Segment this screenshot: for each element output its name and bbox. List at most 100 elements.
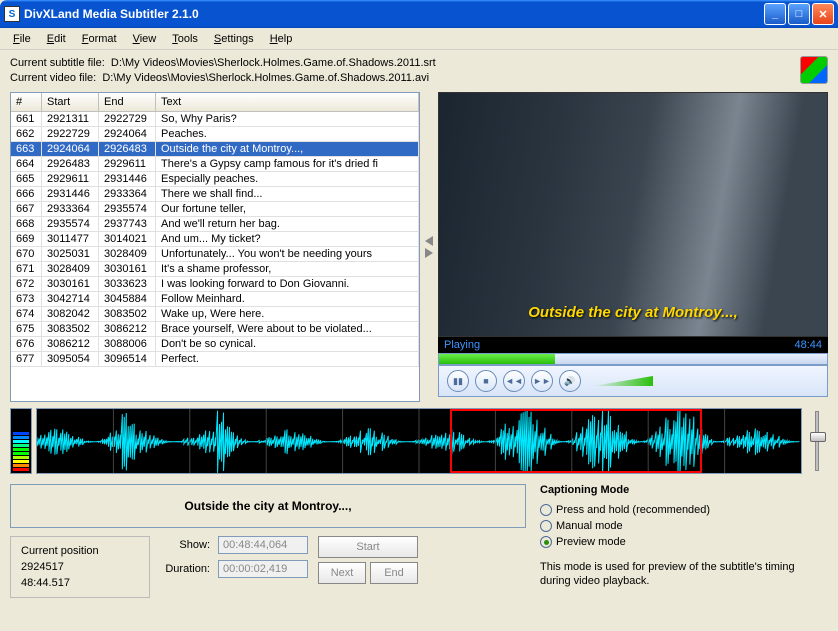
file-info-bar: Current subtitle file: D:\My Videos\Movi… [0,50,838,92]
cell-text: Follow Meinhard. [156,292,419,306]
cell-text: There's a Gypsy camp famous for it's dri… [156,157,419,171]
table-header: # Start End Text [11,93,419,112]
cell-num: 670 [11,247,42,261]
cell-text: Unfortunately... You won't be needing yo… [156,247,419,261]
seek-bar[interactable] [438,353,828,365]
cell-start: 3095054 [42,352,99,366]
forward-button[interactable]: ►► [531,370,553,392]
cell-text: Our fortune teller, [156,202,419,216]
cell-end: 2935574 [99,202,156,216]
menu-view[interactable]: View [126,31,164,47]
cell-text: Outside the city at Montroy..., [156,142,419,156]
menu-settings[interactable]: Settings [207,31,261,47]
menu-tools[interactable]: Tools [165,31,205,47]
captioning-panel: Captioning Mode Press and hold (recommen… [540,484,828,598]
radio-icon [540,504,552,516]
start-button[interactable]: Start [318,536,418,558]
table-row[interactable]: 66529296112931446Especially peaches. [11,172,419,187]
menu-format[interactable]: Format [75,31,124,47]
cell-num: 676 [11,337,42,351]
video-display[interactable]: Outside the city at Montroy..., [438,92,828,337]
table-row[interactable]: 67230301613033623I was looking forward t… [11,277,419,292]
position-panel: Current position 2924517 48:44.517 [10,536,150,598]
table-row[interactable]: 67430820423083502Wake up, Were here. [11,307,419,322]
video-file-path: D:\My Videos\Movies\Sherlock.Holmes.Game… [102,72,429,84]
table-row[interactable]: 67030250313028409Unfortunately... You wo… [11,247,419,262]
rewind-button[interactable]: ◄◄ [503,370,525,392]
cell-num: 665 [11,172,42,186]
table-row[interactable]: 66930114773014021And um... My ticket? [11,232,419,247]
menu-file[interactable]: File [6,31,38,47]
cell-num: 662 [11,127,42,141]
cell-end: 3045884 [99,292,156,306]
cell-num: 675 [11,322,42,336]
pane-splitter[interactable] [424,92,434,402]
volume-button[interactable]: 🔊 [559,370,581,392]
table-row[interactable]: 66729333642935574Our fortune teller, [11,202,419,217]
col-header-text[interactable]: Text [156,93,419,111]
table-row[interactable]: 66129213112922729So, Why Paris? [11,112,419,127]
cell-text: There we shall find... [156,187,419,201]
cell-start: 3083502 [42,322,99,336]
cell-end: 2922729 [99,112,156,126]
cell-num: 674 [11,307,42,321]
captioning-option[interactable]: Press and hold (recommended) [540,502,828,518]
captioning-option[interactable]: Preview mode [540,534,828,550]
table-row[interactable]: 67630862123088006Don't be so cynical. [11,337,419,352]
cell-start: 3042714 [42,292,99,306]
titlebar[interactable]: S DivXLand Media Subtitler 2.1.0 _ □ ✕ [0,0,838,28]
cell-text: And we'll return her bag. [156,217,419,231]
app-icon: S [4,6,20,22]
table-row[interactable]: 66629314462933364There we shall find... [11,187,419,202]
cell-end: 2937743 [99,217,156,231]
col-header-end[interactable]: End [99,93,156,111]
waveform-display[interactable] [36,408,802,474]
close-button[interactable]: ✕ [812,3,834,25]
menu-edit[interactable]: Edit [40,31,73,47]
cell-start: 3025031 [42,247,99,261]
brand-logo-icon [800,56,828,84]
table-row[interactable]: 66229227292924064Peaches. [11,127,419,142]
col-header-num[interactable]: # [11,93,42,111]
cell-start: 3028409 [42,262,99,276]
cell-text: Perfect. [156,352,419,366]
subtitle-file-label: Current subtitle file: [10,57,105,69]
window-title: DivXLand Media Subtitler 2.1.0 [24,7,764,21]
cell-end: 3028409 [99,247,156,261]
cell-text: It's a shame professor, [156,262,419,276]
cell-start: 2922729 [42,127,99,141]
maximize-button[interactable]: □ [788,3,810,25]
end-button[interactable]: End [370,562,418,584]
seek-progress [439,354,555,364]
table-row[interactable]: 67130284093030161It's a shame professor, [11,262,419,277]
subtitle-table[interactable]: # Start End Text 66129213112922729So, Wh… [10,92,420,402]
radio-label: Preview mode [556,536,626,548]
stop-button[interactable]: ■ [475,370,497,392]
table-row[interactable]: 66329240642926483Outside the city at Mon… [11,142,419,157]
subtitle-preview: Outside the city at Montroy..., [10,484,526,528]
waveform-selection[interactable] [450,409,702,473]
playback-time: 48:44 [794,339,822,351]
table-row[interactable]: 67330427143045884Follow Meinhard. [11,292,419,307]
waveform-zoom-slider[interactable] [806,408,828,474]
minimize-button[interactable]: _ [764,3,786,25]
table-row[interactable]: 67530835023086212Brace yourself, Were ab… [11,322,419,337]
duration-input[interactable] [218,560,308,578]
cell-end: 3096514 [99,352,156,366]
play-pause-button[interactable]: ▮▮ [447,370,469,392]
next-button[interactable]: Next [318,562,366,584]
radio-icon [540,520,552,532]
cell-start: 3011477 [42,232,99,246]
captioning-description: This mode is used for preview of the sub… [540,560,828,588]
position-label: Current position [21,543,139,559]
table-row[interactable]: 67730950543096514Perfect. [11,352,419,367]
captioning-option[interactable]: Manual mode [540,518,828,534]
table-row[interactable]: 66429264832929611There's a Gypsy camp fa… [11,157,419,172]
col-header-start[interactable]: Start [42,93,99,111]
show-time-input[interactable] [218,536,308,554]
table-row[interactable]: 66829355742937743And we'll return her ba… [11,217,419,232]
volume-slider[interactable] [593,376,653,386]
menu-help[interactable]: Help [263,31,300,47]
zoom-thumb[interactable] [810,432,826,442]
radio-icon [540,536,552,548]
